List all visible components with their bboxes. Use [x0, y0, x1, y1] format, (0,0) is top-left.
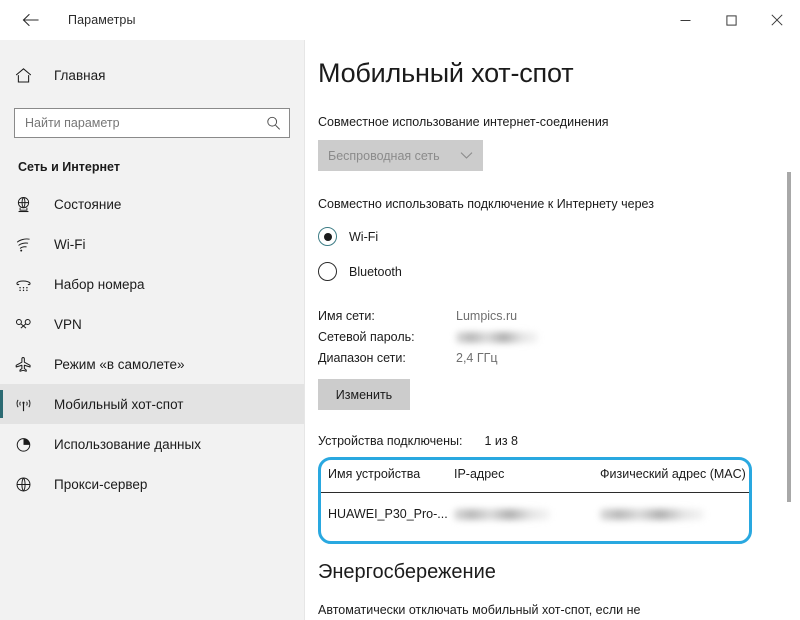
- sidebar-item-8[interactable]: Прокси-сервер: [0, 464, 304, 504]
- pie-chart-icon: [14, 435, 48, 454]
- sidebar-item-home[interactable]: Главная: [0, 58, 304, 92]
- sidebar: Главная Сеть и Интернет Состояние Wi-Fi На…: [0, 40, 305, 620]
- network-info-row: Сетевой пароль:: [318, 326, 770, 347]
- edit-button[interactable]: Изменить: [318, 379, 410, 410]
- sidebar-item-2[interactable]: Wi-Fi: [0, 224, 304, 264]
- sidebar-item-5[interactable]: Режим «в самолете»: [0, 344, 304, 384]
- title-bar: Параметры: [0, 0, 800, 40]
- network-status-icon: [14, 195, 48, 214]
- scrollbar-thumb[interactable]: [787, 172, 791, 502]
- network-info-key: Имя сети:: [318, 308, 375, 323]
- sidebar-item-label: Состояние: [54, 196, 122, 212]
- sidebar-item-3[interactable]: Набор номера: [0, 264, 304, 304]
- network-info-row: Диапазон сети: 2,4 ГГц: [318, 347, 770, 368]
- power-saving-description: Автоматически отключать мобильный хот-сп…: [318, 603, 641, 617]
- sidebar-item-7[interactable]: Использование данных: [0, 424, 304, 464]
- network-info-key: Диапазон сети:: [318, 350, 406, 365]
- sidebar-item-label: Wi-Fi: [54, 236, 86, 252]
- home-icon: [14, 66, 48, 85]
- minimize-button[interactable]: [662, 0, 708, 40]
- hotspot-icon: [14, 395, 48, 414]
- maximize-button[interactable]: [708, 0, 754, 40]
- connection-radio-group: Wi-Fi Bluetooth: [318, 227, 770, 281]
- search-icon: [266, 116, 281, 131]
- app-title: Параметры: [68, 13, 136, 27]
- radio-checked-icon[interactable]: [318, 227, 337, 246]
- sidebar-item-4[interactable]: VPN: [0, 304, 304, 344]
- share-section-label: Совместное использование интернет-соедин…: [318, 115, 609, 129]
- back-button[interactable]: [8, 4, 52, 36]
- search-input[interactable]: [15, 109, 289, 137]
- settings-window: Параметры Главная Найти параметр Сеть и …: [0, 0, 800, 620]
- page-title: Мобильный хот-спот: [318, 58, 574, 88]
- sidebar-nav-list: Состояние Wi-Fi Набор номера VPN Режим «в са…: [0, 184, 304, 504]
- column-header-device-name: Имя устройства: [318, 457, 454, 493]
- cell-device-name: HUAWEI_P30_Pro-...: [328, 507, 448, 521]
- sidebar-item-1[interactable]: Состояние: [0, 184, 304, 224]
- radio-option-2[interactable]: Bluetooth: [318, 262, 770, 281]
- power-saving-title: Энергосбережение: [318, 561, 496, 583]
- internet-sharing-select-value: Беспроводная сеть: [328, 148, 440, 163]
- main-content: Мобильный хот-спот Совместное использова…: [306, 40, 800, 620]
- globe-icon: [14, 475, 48, 494]
- network-info-value: Lumpics.ru: [456, 308, 518, 323]
- internet-sharing-select[interactable]: Беспроводная сеть: [318, 140, 483, 171]
- airplane-icon: [14, 355, 48, 374]
- devices-table-wrapper: Имя устройства IP-адрес Физический адрес…: [318, 457, 752, 544]
- scrollbar[interactable]: [784, 40, 794, 620]
- sidebar-item-label: Мобильный хот-спот: [54, 396, 184, 412]
- radio-option-label: Bluetooth: [349, 264, 402, 279]
- connection-section-label: Совместно использовать подключение к Инт…: [318, 197, 654, 211]
- devices-connected-line: Устройства подключены: 1 из 8: [318, 434, 770, 448]
- sidebar-item-label: Набор номера: [54, 276, 145, 292]
- sidebar-item-label: Использование данных: [54, 436, 201, 452]
- network-info-value: 2,4 ГГц: [456, 350, 498, 365]
- devices-connected-label: Устройства подключены:: [318, 434, 463, 448]
- radio-unchecked-icon[interactable]: [318, 262, 337, 281]
- network-info-row: Имя сети: Lumpics.ru: [318, 305, 770, 326]
- devices-connected-count: 1 из 8: [484, 434, 519, 448]
- dial-up-icon: [14, 275, 48, 294]
- table-row: HUAWEI_P30_Pro-...: [318, 493, 752, 532]
- column-header-mac: Физический адрес (MAC): [600, 457, 752, 493]
- network-info-key: Сетевой пароль:: [318, 329, 415, 344]
- radio-option-1[interactable]: Wi-Fi: [318, 227, 770, 246]
- close-button[interactable]: [754, 0, 800, 40]
- cell-ip-redacted: [454, 493, 600, 532]
- sidebar-item-label-home: Главная: [54, 67, 106, 83]
- wifi-icon: [14, 235, 48, 254]
- column-header-ip: IP-адрес: [454, 457, 600, 493]
- sidebar-item-label: Прокси-сервер: [54, 476, 148, 492]
- network-info-list: Имя сети: Lumpics.ru Сетевой пароль: Диапа…: [318, 305, 770, 368]
- table-header-row: Имя устройства IP-адрес Физический адрес…: [318, 457, 752, 493]
- sidebar-item-6[interactable]: Мобильный хот-спот: [0, 384, 304, 424]
- sidebar-item-label: VPN: [54, 316, 82, 332]
- vpn-key-icon: [14, 315, 48, 334]
- network-password-redacted: [456, 330, 538, 344]
- chevron-down-icon: [460, 151, 473, 160]
- search-box[interactable]: [14, 108, 290, 138]
- window-controls: [662, 0, 800, 40]
- cell-mac-redacted: [600, 493, 752, 532]
- sidebar-item-label: Режим «в самолете»: [54, 356, 185, 372]
- sidebar-section-title: Сеть и Интернет: [18, 160, 120, 174]
- devices-table: Имя устройства IP-адрес Физический адрес…: [318, 457, 752, 531]
- radio-option-label: Wi-Fi: [349, 229, 379, 244]
